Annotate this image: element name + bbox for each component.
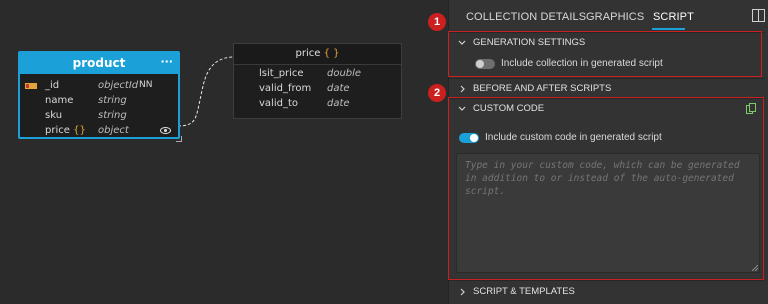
chevron-down-icon [458,106,466,111]
field-type: objectId [98,80,139,91]
price-entity-title: price [295,48,321,59]
field-name: name [45,95,74,106]
field-name: _id [45,80,60,91]
field-row-valid-from[interactable]: valid_from date [234,81,401,96]
section-title: CUSTOM CODE [473,103,545,114]
section-title: SCRIPT & TEMPLATES [473,286,575,297]
field-name: valid_to [259,98,298,109]
tab-graphics[interactable]: GRAPHICS [586,11,644,23]
field-row-valid-to[interactable]: valid_to date [234,96,401,111]
product-entity-box[interactable]: product ··· _id objectId NN name string … [18,51,182,142]
annotation-badge-2: 2 [428,84,446,102]
object-brace: {} [73,125,86,136]
include-custom-code-label: Include custom code in generated script [485,132,662,143]
include-collection-toggle[interactable] [475,59,495,69]
field-type: date [327,98,350,109]
active-tab-indicator [652,28,685,30]
field-type: object [98,125,129,136]
section-generation-settings[interactable]: GENERATION SETTINGS [449,32,765,54]
price-entity-box[interactable]: price { } lsit_price double valid_from d… [233,43,402,119]
product-entity-title: product [72,56,126,70]
toggle-knob [476,60,484,68]
entity-menu-icon[interactable]: ··· [160,51,173,72]
toggle-knob [470,134,478,142]
field-row-lsit-price[interactable]: lsit_price double [234,66,401,81]
section-title: GENERATION SETTINGS [473,37,586,48]
section-title: BEFORE AND AFTER SCRIPTS [473,83,612,94]
panel-tabs: COLLECTION DETAILS GRAPHICS SCRIPT [449,0,768,32]
object-brace: { } [323,48,340,59]
tab-script[interactable]: SCRIPT [653,11,694,23]
section-before-after-scripts[interactable]: BEFORE AND AFTER SCRIPTS [449,78,765,100]
annotation-badge-1: 1 [428,13,446,31]
section-custom-code[interactable]: CUSTOM CODE [449,98,765,120]
chevron-down-icon [458,40,466,45]
product-entity-header[interactable]: product ··· [20,53,178,74]
primary-key-icon [25,83,37,89]
tab-collection-details[interactable]: COLLECTION DETAILS [466,11,586,23]
field-name: lsit_price [259,68,304,79]
field-type: string [98,110,127,121]
not-null-flag: NN [139,80,153,90]
field-row-id[interactable]: _id objectId NN [20,78,178,93]
eye-icon[interactable] [160,127,171,134]
include-custom-code-toggle[interactable] [459,133,479,143]
chevron-right-icon [460,85,465,93]
field-name: sku [45,110,63,121]
field-row-price[interactable]: price {} object [20,123,178,138]
resize-grip-icon[interactable] [752,265,758,271]
field-type: string [98,95,127,106]
field-name: valid_from [259,83,312,94]
section-script-templates[interactable]: SCRIPT & TEMPLATES [449,281,765,303]
custom-code-editor[interactable] [456,153,760,273]
chevron-right-icon [460,288,465,296]
field-type: double [327,68,362,79]
field-type: date [327,83,350,94]
field-name: price [45,125,70,136]
field-row-sku[interactable]: sku string [20,108,178,123]
include-collection-label: Include collection in generated script [501,58,663,69]
resize-handle[interactable] [176,136,182,142]
field-name-wrap: price {} [45,123,86,138]
split-view-icon[interactable] [752,9,765,22]
price-entity-header[interactable]: price { } [234,44,401,65]
field-row-name[interactable]: name string [20,93,178,108]
copy-icon[interactable] [746,103,756,114]
